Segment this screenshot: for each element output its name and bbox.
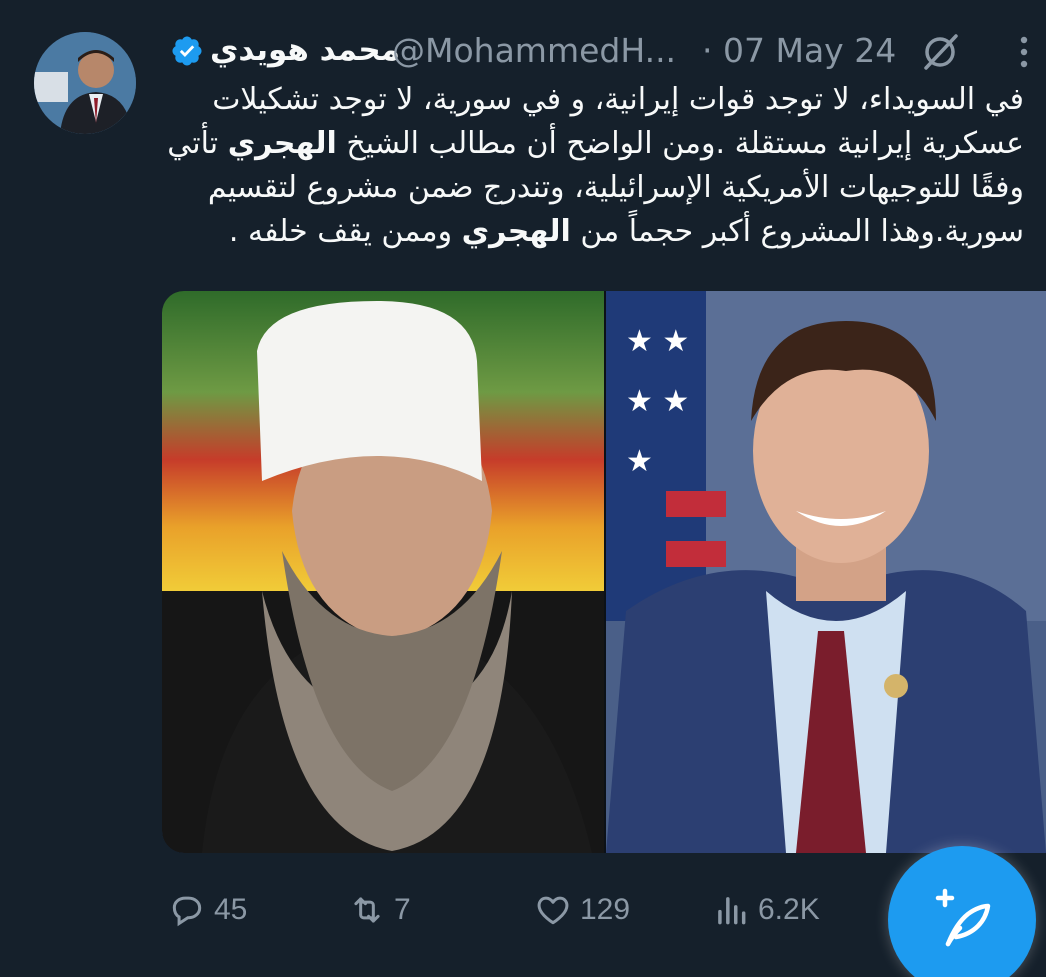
compose-feather-icon xyxy=(935,888,991,947)
tweet: محمد هويدي @MohammedH... · 07 May 24 في … xyxy=(0,0,1046,977)
tweet-text-line: وفقًا للتوجيهات الأمريكية الإسرائيلية، و… xyxy=(154,166,1024,210)
tweet-text-bold: الهجري xyxy=(461,214,571,249)
tweet-header: محمد هويدي @MohammedH... · 07 May 24 xyxy=(170,26,1046,76)
tweet-text-segment: في السويداء، لا توجد قوات إيرانية، و في … xyxy=(212,82,1024,117)
verified-badge-icon xyxy=(172,36,202,66)
retweet-button[interactable]: 7 xyxy=(348,880,411,940)
retweet-count: 7 xyxy=(394,893,411,926)
tweet-text-segment: سورية.وهذا المشروع أكبر حجماً من xyxy=(570,214,1024,249)
reply-count: 45 xyxy=(214,893,248,926)
photo-right[interactable]: ★ ★ ★ ★ ★ xyxy=(606,291,1046,853)
tweet-text: في السويداء، لا توجد قوات إيرانية، و في … xyxy=(154,78,1024,254)
reply-button[interactable]: 45 xyxy=(168,880,247,940)
photo-left[interactable] xyxy=(162,291,604,853)
svg-text:★ ★: ★ ★ xyxy=(626,384,689,419)
grok-slash-icon[interactable] xyxy=(918,30,962,74)
svg-text:★ ★: ★ ★ xyxy=(626,324,689,359)
like-count: 129 xyxy=(580,893,631,926)
tweet-text-bold: الهجري xyxy=(227,126,337,161)
tweet-date[interactable]: · 07 May 24 xyxy=(702,31,896,70)
views-icon xyxy=(718,897,746,925)
author-avatar[interactable] xyxy=(34,32,136,134)
more-vertical-icon[interactable] xyxy=(1012,32,1036,72)
tweet-text-segment: وممن يقف خلفه . xyxy=(228,214,462,249)
date-value: 07 May 24 xyxy=(723,31,897,70)
author-name[interactable]: محمد هويدي xyxy=(210,32,400,68)
author-handle[interactable]: @MohammedH... xyxy=(392,31,676,70)
tweet-text-line: سورية.وهذا المشروع أكبر حجماً من الهجري … xyxy=(154,210,1024,254)
views-button[interactable]: 6.2K xyxy=(712,880,820,940)
date-separator: · xyxy=(702,31,713,70)
tweet-text-line: عسكرية إيرانية مستقلة .ومن الواضح أن مطا… xyxy=(154,122,1024,166)
retweet-icon xyxy=(354,897,380,923)
heart-icon xyxy=(537,896,569,925)
reply-icon xyxy=(172,896,202,927)
svg-text:★: ★ xyxy=(626,444,653,479)
tweet-text-line: في السويداء، لا توجد قوات إيرانية، و في … xyxy=(154,78,1024,122)
compose-button[interactable] xyxy=(888,846,1036,977)
tweet-text-segment: تأتي xyxy=(167,126,228,161)
tweet-media[interactable]: ★ ★ ★ ★ ★ xyxy=(162,291,1046,853)
views-count: 6.2K xyxy=(758,893,820,926)
tweet-text-segment: عسكرية إيرانية مستقلة .ومن الواضح أن مطا… xyxy=(336,126,1024,161)
like-button[interactable]: 129 xyxy=(534,880,630,940)
tweet-text-segment: وفقًا للتوجيهات الأمريكية الإسرائيلية، و… xyxy=(207,170,1024,205)
